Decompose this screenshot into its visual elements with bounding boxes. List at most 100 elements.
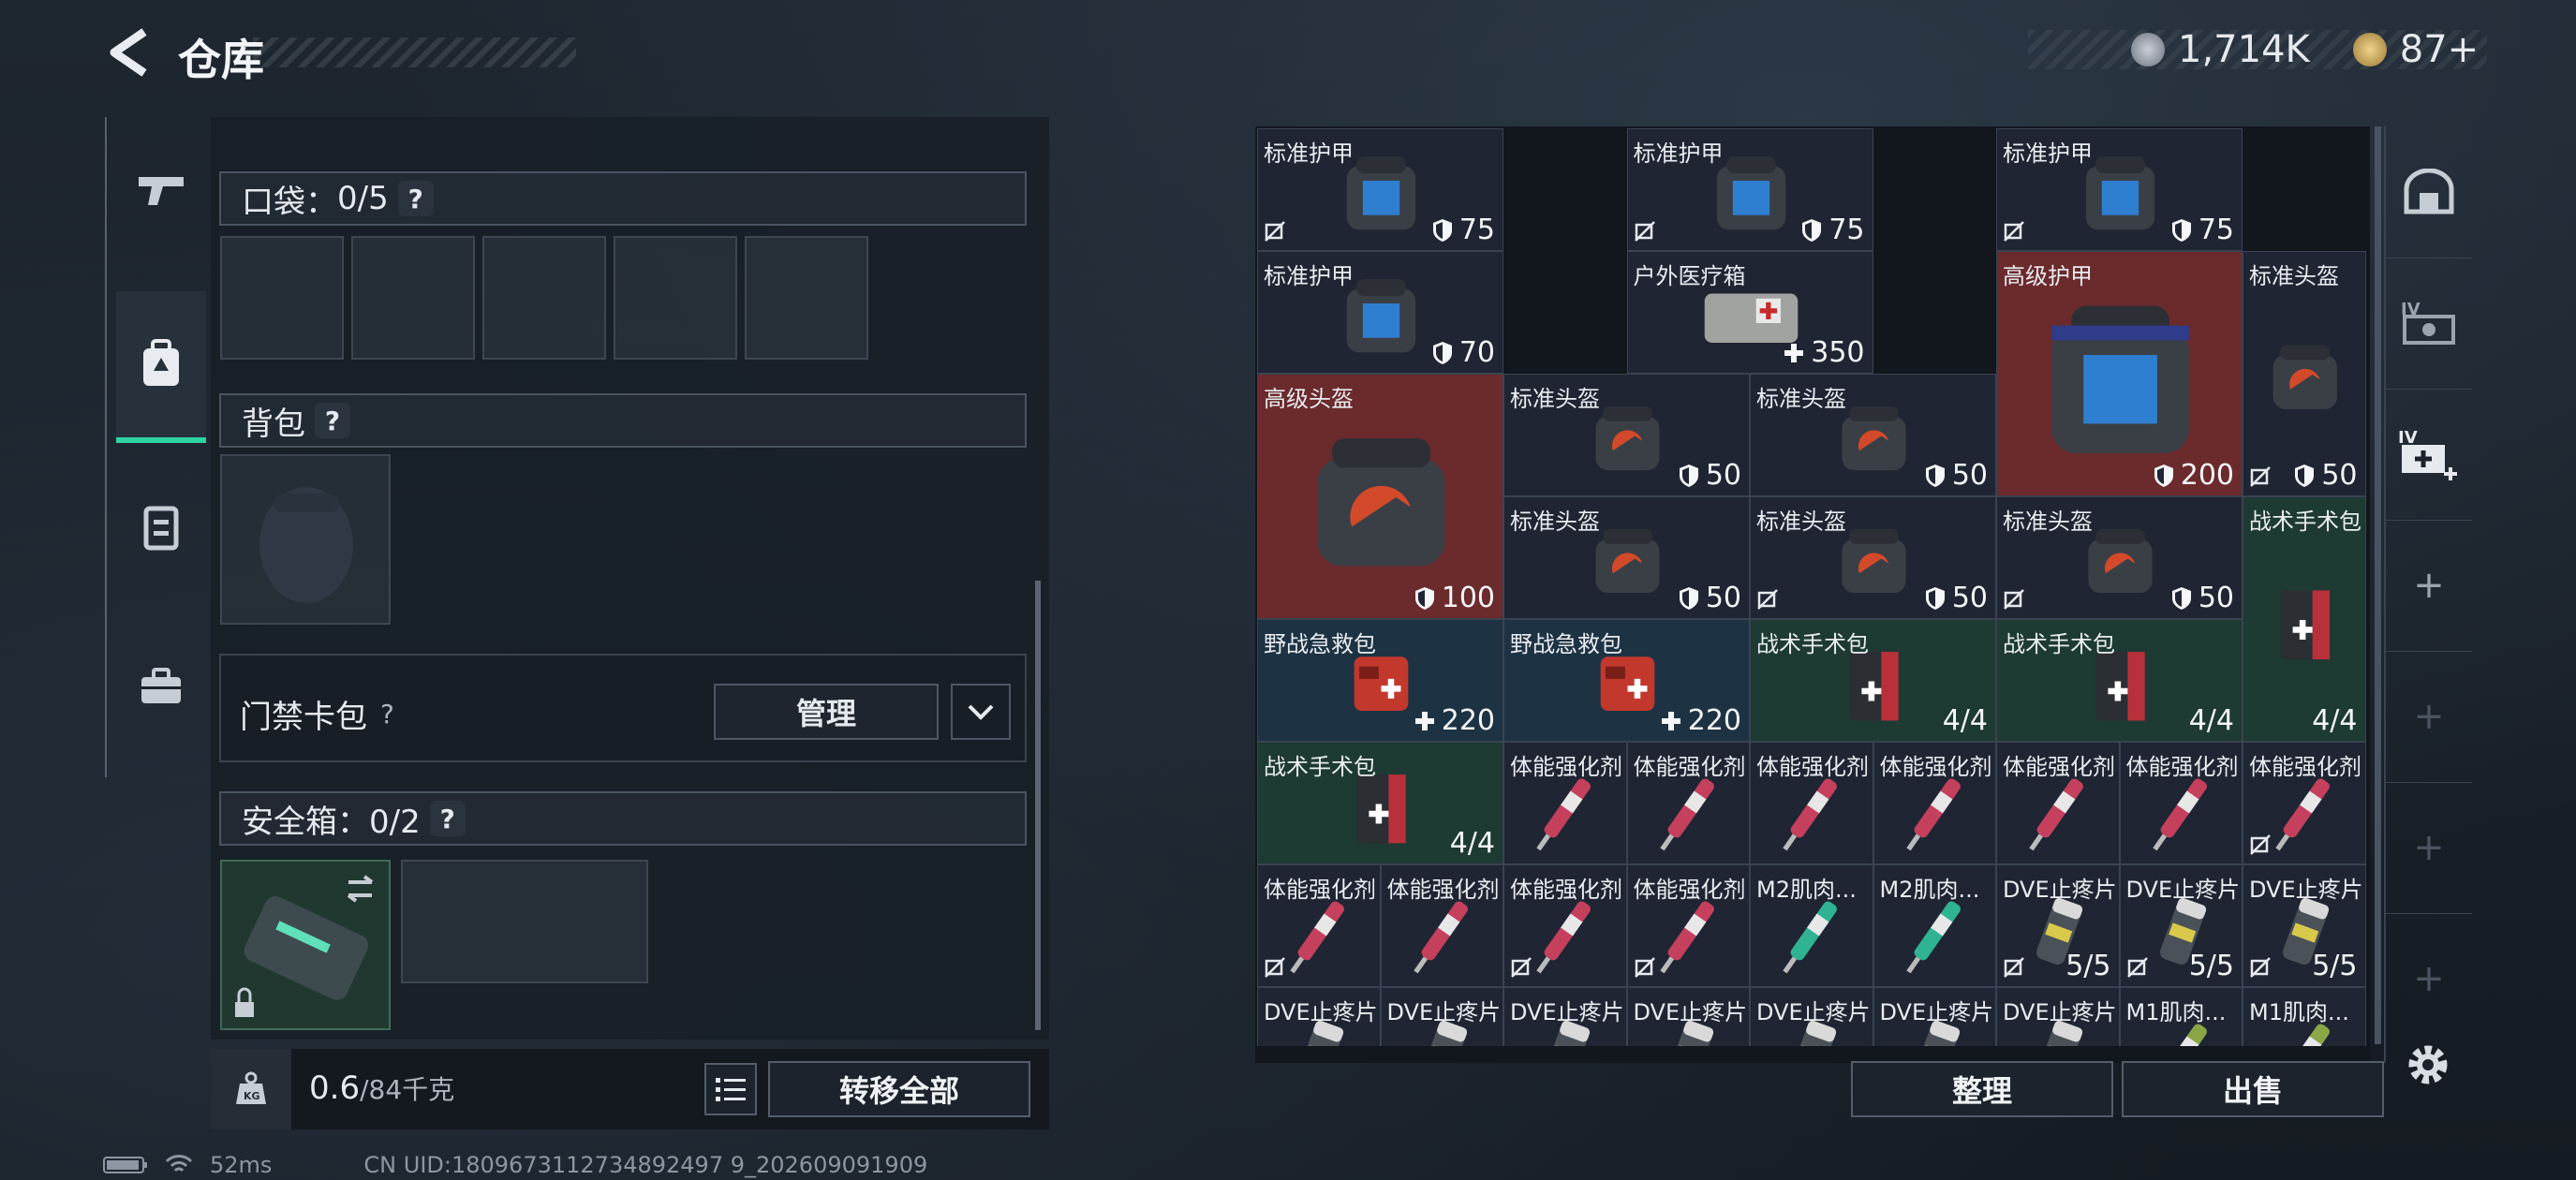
- stash-item[interactable]: 高级头盔 100: [1257, 374, 1503, 619]
- item-value-text: 50: [1951, 582, 1988, 614]
- stash-item[interactable]: DVE止疼片: [1257, 987, 1381, 1046]
- item-name: 野战急救包: [1264, 631, 1376, 657]
- pocket-slot[interactable]: [482, 236, 606, 360]
- stash-item[interactable]: M1肌肉...: [2119, 987, 2243, 1046]
- stash-item[interactable]: DVE止疼片: [1380, 987, 1503, 1046]
- manage-button[interactable]: 管理: [714, 684, 939, 740]
- stash-item[interactable]: 标准头盔 50: [2243, 251, 2366, 496]
- transfer-all-button[interactable]: 转移全部: [768, 1061, 1030, 1117]
- stash-item[interactable]: 体能强化剂: [1626, 742, 1750, 864]
- back-button[interactable]: [103, 24, 155, 81]
- rail-add-page[interactable]: +: [2386, 651, 2472, 783]
- stash-item[interactable]: DVE止疼片 5/5: [2243, 864, 2366, 987]
- kg-weight-icon: KG: [236, 1071, 266, 1104]
- no-bind-icon: [2250, 834, 2271, 855]
- stash-item[interactable]: DVE止疼片: [1996, 987, 2120, 1046]
- stash-item[interactable]: 户外医疗箱 350: [1626, 251, 1873, 374]
- safe-box-slot[interactable]: [220, 860, 391, 1030]
- stash-item[interactable]: M1肌肉...: [2243, 987, 2366, 1046]
- stash-item[interactable]: 体能强化剂: [1503, 864, 1627, 987]
- stash-item[interactable]: DVE止疼片: [1503, 987, 1627, 1046]
- list-view-button[interactable]: [704, 1063, 757, 1115]
- stash-item[interactable]: 体能强化剂: [1626, 864, 1750, 987]
- stash-item[interactable]: 战术手术包 4/4: [1750, 619, 1996, 742]
- stash-item[interactable]: 标准护甲 70: [1257, 251, 1503, 374]
- item-value-text: 70: [1458, 336, 1495, 369]
- stash-item[interactable]: 体能强化剂: [2119, 742, 2243, 864]
- stash-item[interactable]: M2肌肉...: [1750, 864, 1873, 987]
- stash-item[interactable]: 战术手术包 4/4: [1257, 742, 1503, 864]
- sort-button[interactable]: 整理: [1851, 1061, 2113, 1117]
- stash-scrollbar[interactable]: [2375, 126, 2381, 1044]
- pocket-slot[interactable]: [351, 236, 475, 360]
- stash-item[interactable]: M2肌肉...: [1873, 864, 1996, 987]
- rail-stash-main[interactable]: [2386, 126, 2472, 258]
- safe-box-help-icon[interactable]: ?: [429, 801, 466, 836]
- rail-add-page[interactable]: +: [2386, 782, 2472, 914]
- item-name: 高级护甲: [2003, 263, 2093, 289]
- stash-item[interactable]: 标准护甲 75: [1626, 128, 1873, 251]
- keycard-expand-button[interactable]: [951, 684, 1011, 740]
- no-bind-icon: [2126, 957, 2148, 978]
- stash-item[interactable]: 标准头盔 50: [1996, 496, 2243, 619]
- stash-item[interactable]: 标准头盔 50: [1750, 374, 1996, 496]
- tab-vest[interactable]: [116, 454, 206, 600]
- stash-item[interactable]: 野战急救包 220: [1257, 619, 1503, 742]
- item-name: 标准头盔: [1510, 386, 1600, 412]
- loadout-scrollbar[interactable]: [1035, 581, 1041, 1030]
- stash-item[interactable]: 标准头盔 50: [1503, 496, 1750, 619]
- gold-amount[interactable]: 87+: [2400, 28, 2479, 71]
- pocket-count: 0/5: [337, 180, 389, 217]
- stash-item[interactable]: DVE止疼片 5/5: [1996, 864, 2120, 987]
- stash-item[interactable]: 标准护甲 75: [1996, 128, 2243, 251]
- stash-item[interactable]: 体能强化剂: [1380, 864, 1503, 987]
- stash-item[interactable]: 标准护甲 75: [1257, 128, 1503, 251]
- stash-item[interactable]: 体能强化剂: [1257, 864, 1381, 987]
- stash-item[interactable]: 体能强化剂: [1750, 742, 1873, 864]
- stash-item[interactable]: 体能强化剂: [1996, 742, 2120, 864]
- rail-add-page[interactable]: +: [2386, 520, 2472, 652]
- item-value-text: 50: [2198, 582, 2234, 614]
- item-value-text: 220: [1441, 704, 1495, 737]
- keycard-help-icon[interactable]: ?: [380, 699, 394, 730]
- settings-button[interactable]: [2403, 1040, 2453, 1094]
- stash-item[interactable]: DVE止疼片: [1873, 987, 1996, 1046]
- durability-shield-icon: [2154, 464, 2173, 487]
- stash-item[interactable]: 体能强化剂: [1503, 742, 1627, 864]
- no-bind-icon: [2250, 466, 2271, 487]
- tab-toolbox[interactable]: [116, 613, 206, 760]
- stash-item[interactable]: 战术手术包 4/4: [2243, 496, 2366, 742]
- sell-button[interactable]: 出售: [2122, 1061, 2384, 1117]
- backpack-slot[interactable]: [220, 454, 391, 625]
- rail-stash-iv-medical[interactable]: IV: [2386, 389, 2472, 521]
- item-value: 50: [1924, 459, 1988, 492]
- stash-item[interactable]: DVE止疼片: [1750, 987, 1873, 1046]
- item-value: 5/5: [2189, 950, 2234, 982]
- item-value: 75: [2170, 214, 2234, 246]
- backpack-help-icon[interactable]: ?: [315, 403, 350, 438]
- tab-equipment[interactable]: [116, 291, 206, 443]
- stash-item[interactable]: 体能强化剂: [2243, 742, 2366, 864]
- safe-box-label: 安全箱：0/2: [242, 803, 421, 841]
- stash-item[interactable]: 战术手术包 4/4: [1996, 619, 2243, 742]
- tab-weapons[interactable]: [116, 117, 206, 263]
- pocket-slot[interactable]: [745, 236, 868, 360]
- stash-item[interactable]: 标准头盔 50: [1503, 374, 1750, 496]
- no-bind-icon: [1634, 957, 1655, 978]
- stash-item[interactable]: DVE止疼片 5/5: [2119, 864, 2243, 987]
- item-name: 标准头盔: [1756, 509, 1846, 535]
- rail-stash-iv-box[interactable]: IV: [2386, 258, 2472, 390]
- durability-shield-icon: [1925, 464, 1945, 487]
- stash-item[interactable]: DVE止疼片: [1626, 987, 1750, 1046]
- pocket-slot[interactable]: [220, 236, 344, 360]
- pocket-help-icon[interactable]: ?: [397, 181, 434, 216]
- stash-item[interactable]: 体能强化剂: [1873, 742, 1996, 864]
- safe-box-slot[interactable]: [401, 860, 648, 983]
- rail-add-page[interactable]: +: [2386, 913, 2472, 1044]
- item-value-text: 350: [1811, 336, 1865, 369]
- stash-item[interactable]: 高级护甲 200: [1996, 251, 2243, 496]
- stash-item[interactable]: 野战急救包 220: [1503, 619, 1750, 742]
- pocket-slot[interactable]: [614, 236, 737, 360]
- stash-item[interactable]: 标准头盔 50: [1750, 496, 1996, 619]
- no-bind-icon: [1265, 221, 1285, 242]
